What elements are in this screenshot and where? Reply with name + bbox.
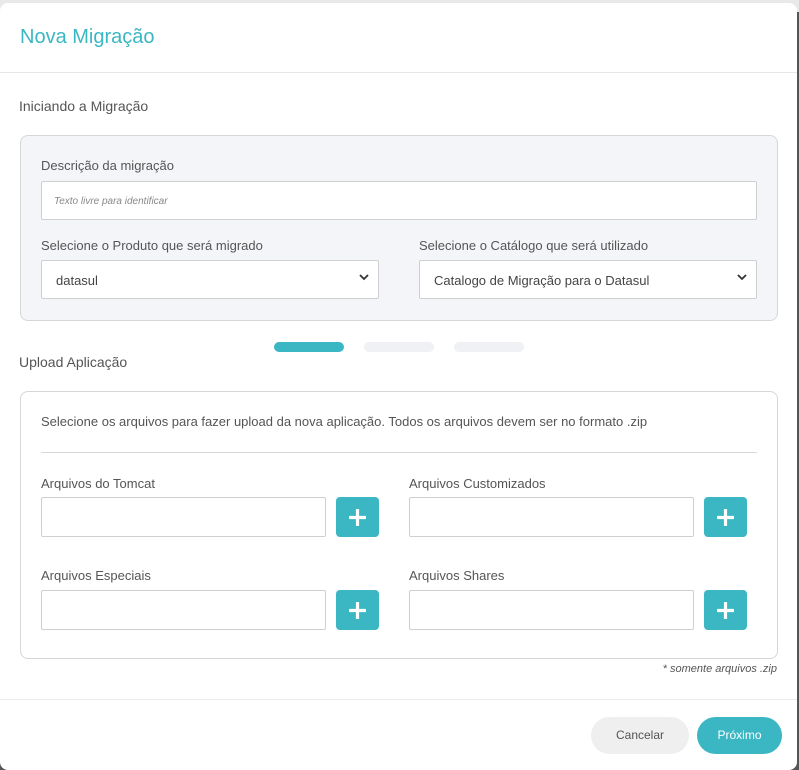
catalog-select-value: Catalogo de Migração para o Datasul [434, 273, 650, 288]
description-input[interactable]: Texto livre para identificar [41, 181, 757, 220]
description-placeholder: Texto livre para identificar [54, 196, 168, 207]
custom-label: Arquivos Customizados [409, 476, 546, 491]
tomcat-files-field[interactable] [41, 497, 326, 537]
footer-divider [0, 699, 797, 700]
upload-divider [41, 452, 757, 453]
custom-files-field[interactable] [409, 497, 694, 537]
section-title-start: Iniciando a Migração [19, 98, 149, 114]
section-title-upload: Upload Aplicação [19, 354, 128, 370]
product-select[interactable]: datasul [41, 260, 379, 299]
cancel-button[interactable]: Cancelar [591, 717, 689, 754]
description-label: Descrição da migração [41, 158, 174, 173]
add-custom-button[interactable] [704, 497, 747, 537]
next-button[interactable]: Próximo [697, 717, 782, 754]
migration-details-panel: Descrição da migração Texto livre para i… [20, 135, 778, 321]
add-special-button[interactable] [336, 590, 379, 630]
product-select-value: datasul [56, 273, 98, 288]
tomcat-label: Arquivos do Tomcat [41, 476, 155, 491]
stepper-step-2 [364, 342, 434, 352]
special-label: Arquivos Especiais [41, 568, 151, 583]
plus-icon [717, 602, 734, 619]
special-files-field[interactable] [41, 590, 326, 630]
chevron-down-icon [737, 274, 747, 281]
new-migration-modal: Nova Migração Iniciando a Migração Descr… [0, 3, 797, 770]
stepper-step-1 [274, 342, 344, 352]
shares-files-field[interactable] [409, 590, 694, 630]
plus-icon [349, 602, 366, 619]
stepper-step-3 [454, 342, 524, 352]
add-shares-button[interactable] [704, 590, 747, 630]
modal-title: Nova Migração [20, 26, 155, 48]
upload-panel: Selecione os arquivos para fazer upload … [20, 391, 778, 659]
plus-icon [717, 509, 734, 526]
chevron-down-icon [359, 274, 369, 281]
add-tomcat-button[interactable] [336, 497, 379, 537]
upload-instructions: Selecione os arquivos para fazer upload … [41, 414, 648, 429]
product-label: Selecione o Produto que será migrado [41, 238, 263, 253]
plus-icon [349, 509, 366, 526]
shares-label: Arquivos Shares [409, 568, 505, 583]
catalog-select[interactable]: Catalogo de Migração para o Datasul [419, 260, 757, 299]
zip-only-note: * somente arquivos .zip [662, 663, 777, 675]
catalog-label: Selecione o Catálogo que será utilizado [419, 238, 649, 253]
modal-header: Nova Migração [0, 3, 797, 73]
